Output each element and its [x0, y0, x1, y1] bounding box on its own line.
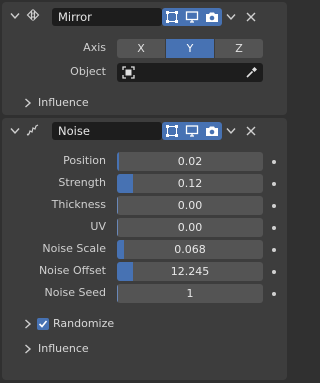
influence-chevron-icon[interactable]	[22, 343, 34, 355]
number-field[interactable]: 0.068	[117, 240, 263, 259]
checkmark-icon	[38, 320, 48, 328]
number-field[interactable]: 1	[117, 284, 263, 303]
field-value: 0.12	[177, 177, 203, 190]
field-label: Noise Scale	[42, 242, 106, 255]
keyframe-dot-icon[interactable]	[272, 248, 276, 252]
object-icon	[122, 66, 135, 79]
edit-mode-toggle[interactable]	[162, 122, 182, 140]
realtime-toggle[interactable]	[182, 122, 202, 140]
object-field[interactable]	[117, 63, 263, 82]
randomize-chevron-icon[interactable]	[22, 318, 34, 330]
axis-y-button[interactable]: Y	[166, 39, 214, 58]
field-value: 12.245	[170, 265, 210, 278]
camera-icon	[206, 126, 218, 136]
axis-x-button[interactable]: X	[117, 39, 165, 58]
field-value: 1	[186, 287, 194, 300]
field-label: Strength	[58, 176, 106, 189]
field-label: Position	[63, 154, 106, 167]
collapse-chevron-icon[interactable]	[9, 10, 21, 22]
close-icon[interactable]	[243, 9, 259, 25]
keyframe-dot-icon[interactable]	[272, 182, 276, 186]
noise-modifier-icon	[26, 123, 40, 137]
render-toggle[interactable]	[202, 8, 222, 26]
influence-subpanel-header[interactable]: Influence	[38, 341, 89, 357]
realtime-toggle[interactable]	[182, 8, 202, 26]
field-label: Noise Offset	[38, 264, 106, 277]
mirror-modifier-panel: Mirror Axis X Y Z Object Influence	[2, 2, 287, 115]
collapse-chevron-icon[interactable]	[9, 125, 21, 137]
object-label: Object	[70, 65, 106, 78]
edit-mode-icon	[166, 11, 178, 23]
dropdown-chevron-icon[interactable]	[223, 123, 239, 139]
monitor-icon	[185, 11, 199, 23]
axis-label: Axis	[83, 41, 106, 54]
mirror-modifier-icon	[26, 8, 40, 22]
modifier-name-field[interactable]: Mirror	[52, 8, 162, 26]
edit-mode-toggle[interactable]	[162, 8, 182, 26]
number-field[interactable]: 0.00	[117, 196, 263, 215]
edit-mode-icon	[166, 125, 178, 137]
eyedropper-icon[interactable]	[245, 66, 258, 79]
field-value: 0.00	[177, 199, 203, 212]
influence-subpanel-header[interactable]: Influence	[38, 95, 89, 111]
number-field[interactable]: 12.245	[117, 262, 263, 281]
field-value: 0.02	[177, 155, 203, 168]
noise-modifier-panel: Noise Position 0.02 Strength 0.12 Thickness 0…	[2, 118, 287, 380]
keyframe-dot-icon[interactable]	[272, 160, 276, 164]
keyframe-dot-icon[interactable]	[272, 292, 276, 296]
field-value: 0.00	[177, 221, 203, 234]
randomize-label[interactable]: Randomize	[53, 316, 114, 332]
render-toggle[interactable]	[202, 122, 222, 140]
number-field[interactable]: 0.02	[117, 152, 263, 171]
field-label: UV	[90, 220, 106, 233]
influence-chevron-icon[interactable]	[22, 97, 34, 109]
keyframe-dot-icon[interactable]	[272, 226, 276, 230]
field-value: 0.068	[174, 243, 206, 256]
field-label: Thickness	[51, 198, 106, 211]
keyframe-dot-icon[interactable]	[272, 204, 276, 208]
close-icon[interactable]	[243, 123, 259, 139]
dropdown-chevron-icon[interactable]	[223, 9, 239, 25]
axis-z-button[interactable]: Z	[215, 39, 263, 58]
number-field[interactable]: 0.12	[117, 174, 263, 193]
keyframe-dot-icon[interactable]	[272, 270, 276, 274]
monitor-icon	[185, 125, 199, 137]
number-field[interactable]: 0.00	[117, 218, 263, 237]
randomize-checkbox[interactable]	[37, 318, 49, 330]
modifier-name-field[interactable]: Noise	[52, 122, 162, 140]
field-label: Noise Seed	[44, 286, 106, 299]
camera-icon	[206, 12, 218, 22]
